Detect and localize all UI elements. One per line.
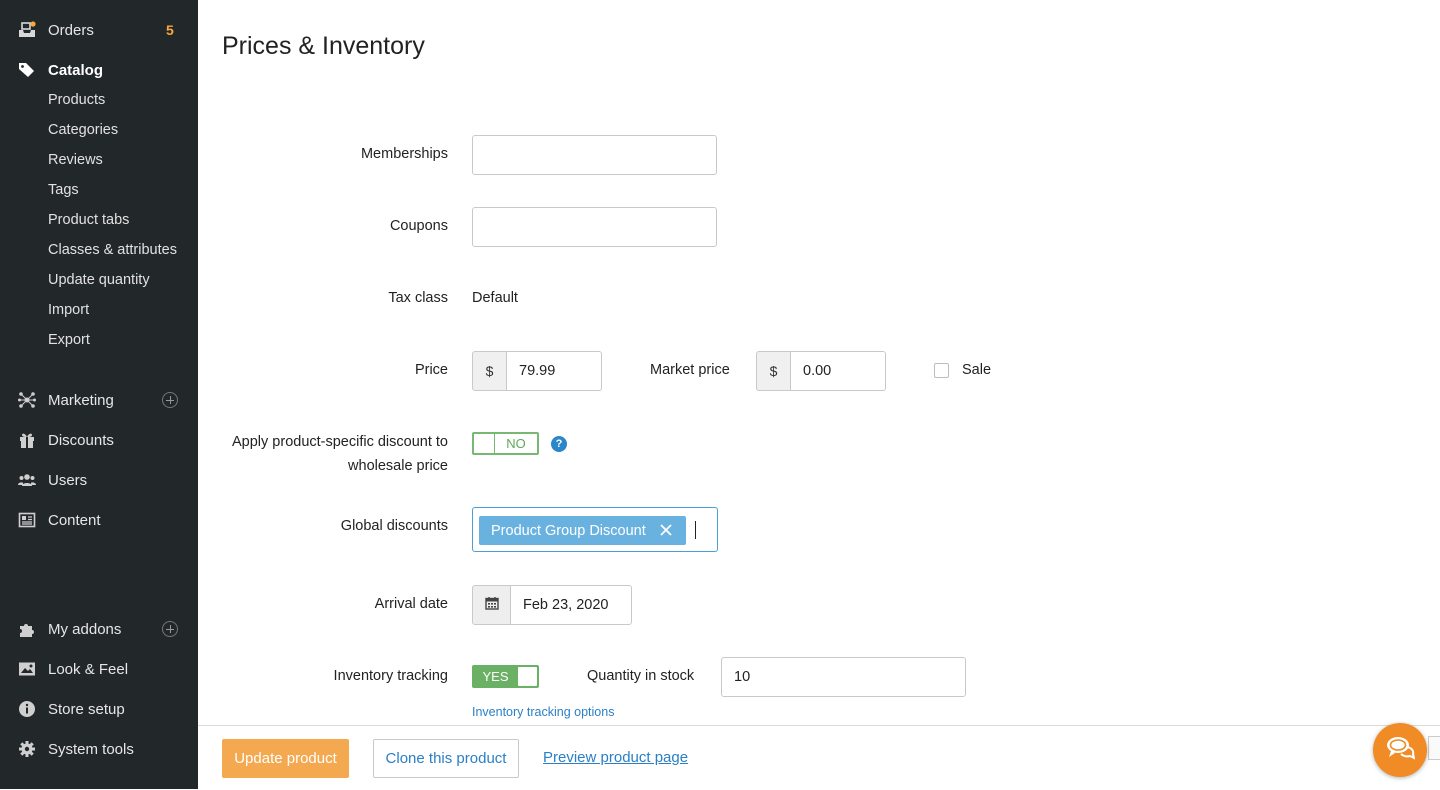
discount-chip-label: Product Group Discount: [491, 522, 646, 539]
toggle-knob: [474, 434, 495, 453]
sidebar-item-label: Content: [48, 511, 101, 529]
market-price-currency-addon: $: [756, 351, 791, 391]
chat-button[interactable]: [1373, 723, 1427, 777]
sidebar-item-discounts[interactable]: Discounts: [0, 425, 198, 455]
price-input[interactable]: [506, 351, 602, 391]
sidebar-item-label: Store setup: [48, 700, 125, 718]
quantity-in-stock-label: Quantity in stock: [587, 668, 695, 684]
coupons-label: Coupons: [389, 218, 448, 234]
orders-count-badge: 5: [166, 22, 174, 38]
sidebar-subitem-import[interactable]: Import: [48, 295, 89, 325]
inventory-tracking-toggle[interactable]: YES: [472, 665, 539, 688]
sidebar-item-label: System tools: [48, 740, 134, 758]
gift-icon: [18, 431, 36, 449]
sidebar-item-label: Look & Feel: [48, 660, 129, 678]
sidebar-subitem-categories[interactable]: Categories: [48, 115, 118, 145]
clone-product-button[interactable]: Clone this product: [373, 739, 519, 778]
price-currency-addon: $: [472, 351, 507, 391]
inbox-tray-icon: [18, 21, 36, 39]
sidebar-subitem-tags[interactable]: Tags: [48, 175, 79, 205]
toggle-knob: [518, 667, 537, 686]
sidebar-item-system-tools[interactable]: System tools: [0, 734, 198, 764]
global-discounts-field[interactable]: Product Group Discount: [472, 507, 718, 552]
sidebar-item-store-setup[interactable]: Store setup: [0, 694, 198, 724]
sidebar-subitem-export[interactable]: Export: [48, 325, 90, 355]
market-price-label: Market price: [650, 362, 730, 378]
calendar-icon: [484, 596, 499, 615]
quantity-in-stock-input[interactable]: [721, 657, 966, 697]
picture-icon: [18, 660, 36, 678]
help-icon[interactable]: ?: [551, 436, 567, 452]
sidebar-item-label: Users: [48, 471, 88, 489]
users-group-icon: [18, 471, 36, 489]
toggle-state-text: NO: [506, 436, 526, 451]
network-icon: [18, 391, 36, 409]
text-caret: [695, 521, 696, 539]
preview-product-link[interactable]: Preview product page: [543, 749, 688, 766]
memberships-label: Memberships: [360, 146, 448, 162]
sidebar-item-label: Catalog: [48, 61, 104, 79]
sidebar-item-content[interactable]: Content: [0, 505, 198, 535]
action-bar: Update product Clone this product Previe…: [198, 725, 1440, 790]
sidebar-subitem-classes-attributes[interactable]: Classes & attributes: [48, 235, 177, 265]
wholesale-discount-label-line2: wholesale price: [348, 458, 448, 474]
sidebar-item-label: Orders: [48, 21, 94, 39]
sidebar-subitem-products[interactable]: Products: [48, 85, 105, 115]
sidebar-item-label: My addons: [48, 620, 122, 638]
scrollbar[interactable]: [1428, 736, 1440, 760]
sidebar-item-orders[interactable]: Orders 5: [0, 15, 198, 45]
add-marketing-button[interactable]: [162, 392, 178, 408]
price-label: Price: [414, 362, 448, 378]
sidebar-item-users[interactable]: Users: [0, 465, 198, 495]
sale-checkbox[interactable]: [934, 363, 949, 378]
add-addon-button[interactable]: [162, 621, 178, 637]
arrival-date-input[interactable]: [510, 585, 632, 625]
chat-bubbles-icon: [1385, 735, 1416, 766]
close-icon[interactable]: [659, 523, 673, 537]
sidebar-item-marketing[interactable]: Marketing: [0, 385, 198, 415]
sidebar-item-label: Marketing: [48, 391, 114, 409]
calendar-button[interactable]: [472, 585, 511, 625]
sidebar-item-label: Discounts: [48, 431, 114, 449]
wholesale-discount-label: Apply product-specific discount to: [232, 434, 448, 450]
discount-chip: Product Group Discount: [479, 516, 686, 545]
page-title: Prices & Inventory: [222, 32, 425, 60]
sale-label: Sale: [962, 362, 992, 378]
tax-class-value: Default: [472, 290, 518, 306]
info-icon: [18, 700, 36, 718]
sidebar: Orders 5 Catalog Products Categories Rev…: [0, 0, 198, 789]
sidebar-subitem-update-quantity[interactable]: Update quantity: [48, 265, 150, 295]
global-discounts-label: Global discounts: [340, 518, 448, 534]
arrival-date-label: Arrival date: [374, 596, 448, 612]
newspaper-icon: [18, 511, 36, 529]
market-price-input[interactable]: [790, 351, 886, 391]
toggle-state-text: YES: [482, 669, 509, 684]
tax-class-label: Tax class: [388, 290, 448, 306]
inventory-tracking-label: Inventory tracking: [333, 668, 448, 684]
puzzle-icon: [18, 620, 36, 638]
tags-icon: [18, 61, 36, 79]
sidebar-item-look-feel[interactable]: Look & Feel: [0, 654, 198, 684]
sidebar-subitem-product-tabs[interactable]: Product tabs: [48, 205, 129, 235]
gear-icon: [18, 740, 36, 758]
update-product-button[interactable]: Update product: [222, 739, 349, 778]
coupons-input[interactable]: [472, 207, 717, 247]
sidebar-item-catalog[interactable]: Catalog: [0, 55, 198, 85]
sidebar-subitem-reviews[interactable]: Reviews: [48, 145, 103, 175]
wholesale-discount-toggle[interactable]: NO: [472, 432, 539, 455]
sidebar-item-my-addons[interactable]: My addons: [0, 614, 198, 644]
inventory-tracking-options-link[interactable]: Inventory tracking options: [472, 705, 614, 719]
memberships-input[interactable]: [472, 135, 717, 175]
